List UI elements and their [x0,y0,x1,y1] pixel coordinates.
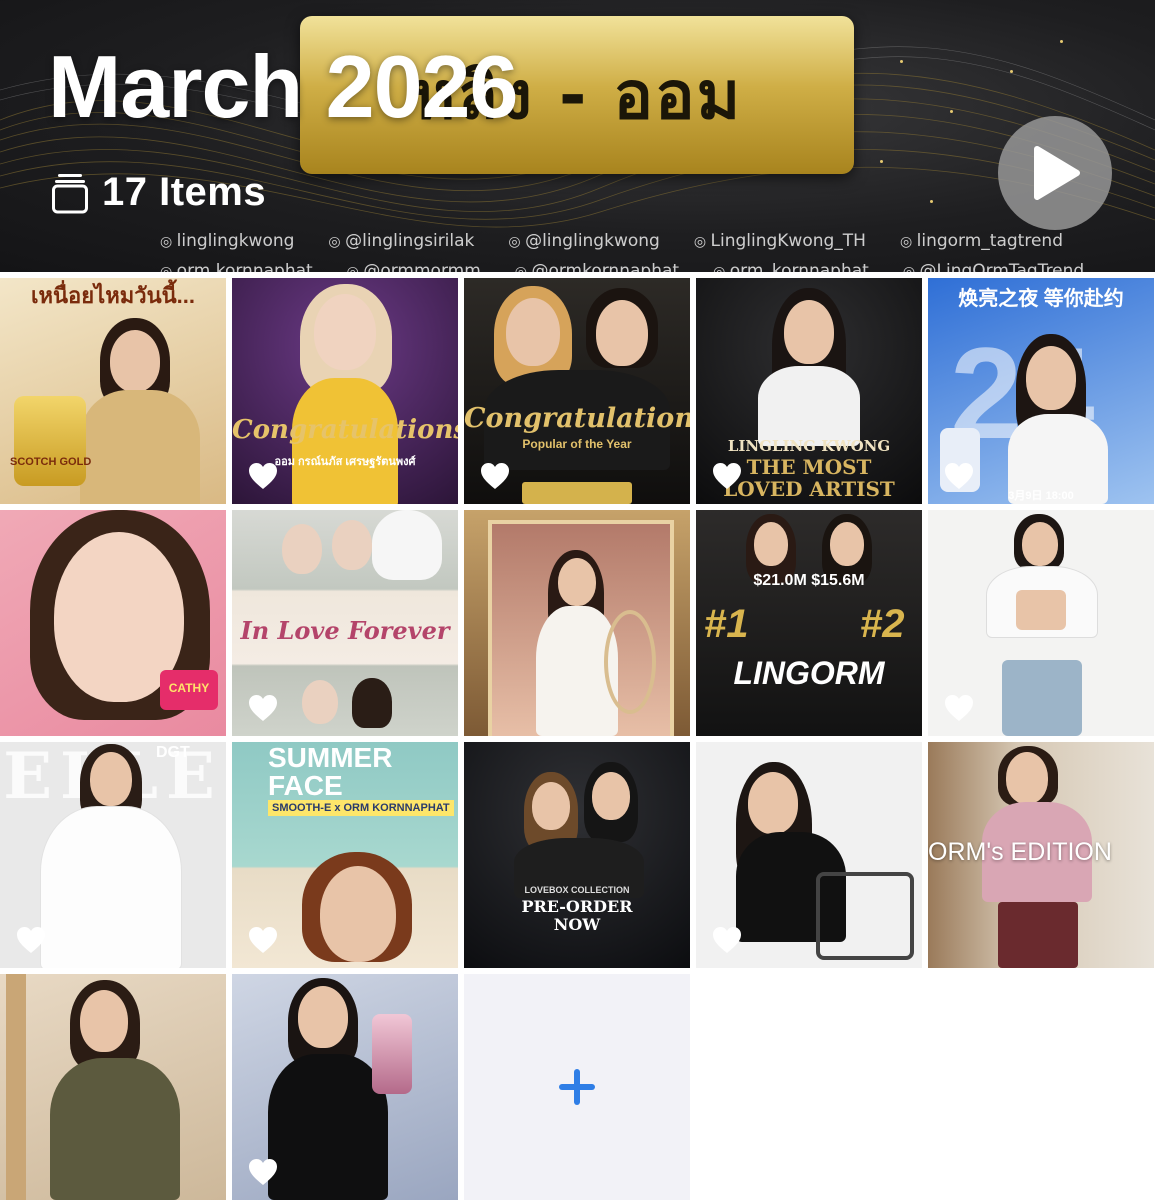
tile-subcaption: CATHY [168,681,210,695]
social-handle: orm_kornnaphat [713,261,869,272]
photo-tile[interactable]: Congratulations ออม กรณ์นภัส เศรษฐรัตนพง… [232,278,458,504]
social-handle: lingorm_tagtrend [900,231,1063,251]
tile-subcaption: SMOOTH-E x ORM KORNNAPHAT [268,800,454,816]
social-handle: @LingOrmTagTrend [903,261,1085,272]
photo-tile[interactable]: ELLE DGT [0,742,226,968]
tile-caption: ORM's EDITION [928,838,1112,866]
photo-tile[interactable]: ORM's EDITION [928,742,1154,968]
favorite-heart-icon[interactable] [480,462,510,490]
social-handle: LinglingKwong_TH [694,231,866,251]
social-handle: linglingkwong [160,231,295,251]
tile-caption: In Love Forever [240,616,450,645]
items-count-row: 17 Items [52,170,266,215]
tile-subcaption: DGT [156,744,190,761]
play-icon [1034,146,1080,200]
photo-tile[interactable] [0,974,226,1200]
tile-subcaption: LOVEBOX COLLECTION [524,885,630,895]
favorite-heart-icon[interactable] [16,926,46,954]
social-handle: @linglingsirilak [328,231,474,251]
favorite-heart-icon[interactable] [712,926,742,954]
favorite-heart-icon[interactable] [712,462,742,490]
social-handle: orm.kornnaphat [160,261,313,272]
favorite-heart-icon[interactable] [944,694,974,722]
favorite-heart-icon[interactable] [944,462,974,490]
photo-tile[interactable]: $21.0M $15.6M #1 #2 LINGORM [696,510,922,736]
social-handle: @ormmormm [347,261,480,272]
photo-tile[interactable] [696,742,922,968]
tile-caption: LINGORM [733,655,885,691]
photo-tile[interactable]: In Love Forever [232,510,458,736]
tile-caption: SUMMER FACE [268,742,393,801]
album-title: March 2026 [48,37,518,136]
photo-tile[interactable] [232,974,458,1200]
add-photo-button[interactable] [464,974,690,1200]
play-button[interactable] [998,116,1112,230]
tile-caption: Congratulations [464,403,690,434]
photo-tile[interactable]: CATHY [0,510,226,736]
photo-tile[interactable] [928,510,1154,736]
tile-subcaption: 3月9日 18:00 [1008,490,1074,502]
handles-row-2: orm.kornnaphat @ormmormm @ormkornnaphat orm… [160,256,1085,272]
tile-caption: Congratulations [232,415,458,445]
photo-tile[interactable]: LINGLING KWONG THE MOST LOVED ARTIST [696,278,922,504]
photo-tile[interactable]: 焕亮之夜 等你赴约 24 3月9日 18:00 [928,278,1154,504]
items-count: 17 Items [102,170,267,214]
photo-tile[interactable]: LOVEBOX COLLECTION PRE-ORDER NOW [464,742,690,968]
photo-tile[interactable]: เหนื่อยไหมวันนี้... SCOTCH GOLD [0,278,226,504]
album-header: หลิง - ออม March 2026 17 Items linglingk… [0,0,1155,272]
tile-caption: เหนื่อยไหมวันนี้... [30,283,195,308]
tile-caption: PRE-ORDER NOW [521,897,633,934]
social-handles: linglingkwong @linglingsirilak @linglingkw… [160,226,1085,272]
tile-subcaption: SCOTCH GOLD [10,456,92,468]
tile-subcaption: Popular of the Year [522,437,632,451]
plus-icon [559,1069,595,1105]
photo-tile[interactable] [464,510,690,736]
favorite-heart-icon[interactable] [248,462,278,490]
favorite-heart-icon[interactable] [248,926,278,954]
favorite-heart-icon[interactable] [248,1158,278,1186]
social-handle: @ormkornnaphat [515,261,679,272]
stack-icon [52,173,88,213]
photo-tile[interactable]: SUMMER FACE SMOOTH-E x ORM KORNNAPHAT [232,742,458,968]
social-handle: @linglingkwong [508,231,660,251]
tile-subcaption: LINGLING KWONG [727,437,891,455]
photo-tile[interactable]: Congratulations Popular of the Year [464,278,690,504]
tile-caption: 焕亮之夜 等你赴约 [958,288,1124,310]
tile-subcaption: $21.0M $15.6M [753,572,865,589]
favorite-heart-icon[interactable] [248,694,278,722]
handles-row-1: linglingkwong @linglingsirilak @linglingkw… [160,226,1063,256]
